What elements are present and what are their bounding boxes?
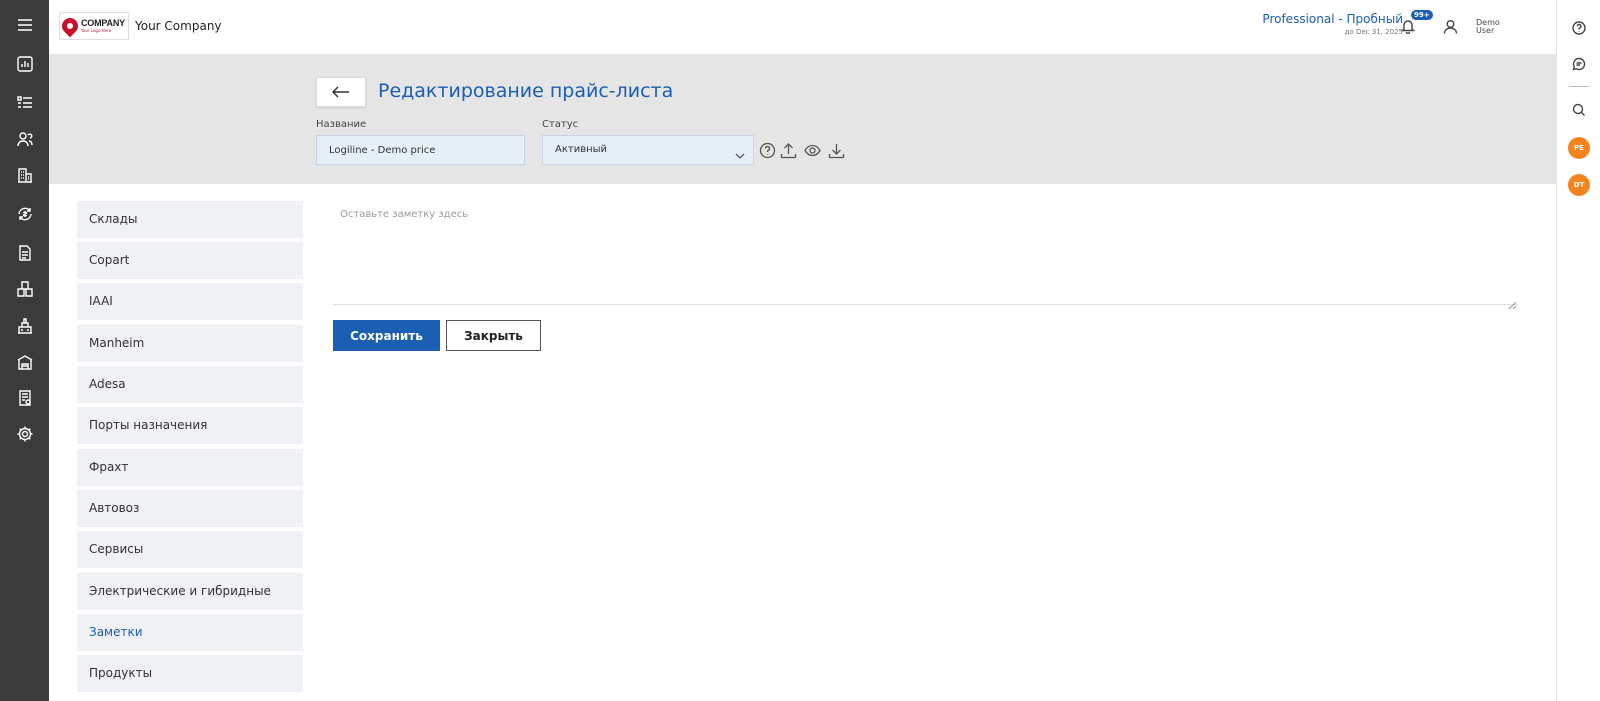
document-icon[interactable] [0, 238, 49, 268]
top-header: COMPANY Your Logo Here Your Company Prof… [49, 0, 1556, 54]
menu-item-copart[interactable]: Copart [77, 242, 303, 279]
download-icon[interactable] [826, 140, 846, 160]
user-name-line2: User [1476, 26, 1495, 35]
status-selected-value: Активный [555, 144, 608, 155]
company-logo[interactable]: COMPANY Your Logo Here [58, 12, 129, 40]
warehouse-icon[interactable] [0, 347, 49, 377]
upload-icon[interactable] [778, 140, 798, 160]
logo-tagline: Your Logo Here [81, 28, 112, 33]
menu-item-warehouses[interactable]: Склады [77, 201, 303, 238]
menu-item-freight[interactable]: Фрахт [77, 449, 303, 486]
user-avatar-icon[interactable] [1442, 18, 1459, 39]
list-icon[interactable] [0, 87, 49, 117]
subscription-plan[interactable]: Professional - Пробный до Dec 31, 2025 [1262, 12, 1403, 36]
status-select[interactable]: Активный [542, 135, 754, 165]
name-input[interactable] [316, 135, 525, 165]
menu-icon[interactable] [0, 10, 49, 40]
avatar-pe[interactable]: PE [1568, 137, 1590, 159]
notifications-bell-icon[interactable] [1400, 18, 1420, 38]
page-header-band [49, 54, 1556, 184]
menu-item-iaai[interactable]: IAAI [77, 283, 303, 320]
note-textarea[interactable] [333, 202, 1518, 305]
right-rail-divider [1569, 86, 1589, 87]
back-button[interactable] [316, 77, 366, 107]
logo-pin-icon [58, 14, 82, 38]
page-title: Редактирование прайс-листа [378, 80, 674, 102]
buildings-icon[interactable] [0, 160, 49, 190]
exchange-icon[interactable] [0, 199, 49, 229]
close-button[interactable]: Закрыть [446, 320, 541, 351]
user-name[interactable]: Demo User [1476, 19, 1500, 35]
menu-item-car-carrier[interactable]: Автовоз [77, 490, 303, 527]
plan-title[interactable]: Professional - Пробный [1262, 12, 1403, 26]
name-label: Название [316, 119, 367, 130]
left-sidebar [0, 0, 49, 701]
boxes-icon[interactable] [0, 274, 49, 304]
save-button[interactable]: Сохранить [333, 320, 440, 351]
arrow-left-icon [332, 86, 349, 98]
search-icon[interactable] [1570, 101, 1588, 119]
menu-item-adesa[interactable]: Adesa [77, 366, 303, 403]
eye-icon[interactable] [802, 140, 822, 160]
menu-item-destination-ports[interactable]: Порты назначения [77, 407, 303, 444]
factory-icon[interactable] [0, 311, 49, 341]
status-label: Статус [542, 119, 579, 130]
dashboard-icon[interactable] [0, 49, 49, 79]
help-icon[interactable] [1570, 19, 1588, 37]
menu-item-services[interactable]: Сервисы [77, 531, 303, 568]
resize-handle-icon[interactable] [1508, 295, 1517, 310]
plan-expiry: до Dec 31, 2025 [1344, 28, 1403, 36]
users-icon[interactable] [0, 124, 49, 154]
invoice-icon[interactable] [0, 383, 49, 413]
menu-item-electric-hybrid[interactable]: Электрические и гибридные [77, 573, 303, 610]
company-name: Your Company [135, 19, 222, 33]
menu-item-notes[interactable]: Заметки [77, 614, 303, 651]
notifications-badge: 99+ [1411, 10, 1433, 20]
right-sidebar: PE DT [1556, 0, 1600, 701]
help-circle-icon[interactable] [757, 140, 777, 160]
avatar-dt[interactable]: DT [1568, 174, 1590, 196]
logo-text: COMPANY [81, 18, 125, 28]
chat-icon[interactable] [1570, 55, 1588, 73]
menu-item-products[interactable]: Продукты [77, 655, 303, 692]
chevron-down-icon [735, 145, 745, 173]
menu-item-manheim[interactable]: Manheim [77, 325, 303, 362]
gear-icon[interactable] [0, 419, 49, 449]
